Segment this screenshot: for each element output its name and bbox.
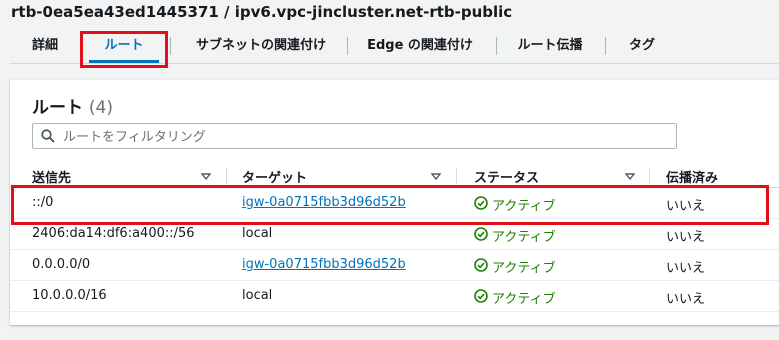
tab-details[interactable]: 詳細	[10, 28, 80, 63]
check-circle-icon	[474, 289, 488, 303]
column-divider[interactable]	[649, 168, 650, 184]
cell-target: local	[242, 226, 273, 241]
column-header-status[interactable]: ステータス	[474, 167, 539, 186]
routes-heading: ルート (4)	[32, 93, 113, 118]
column-header-destination[interactable]: 送信先	[32, 167, 71, 186]
cell-target: local	[242, 288, 273, 303]
cell-status: アクティブ	[492, 292, 556, 307]
column-header-propagated[interactable]: 伝播済み	[666, 167, 718, 186]
tab-route-propagation[interactable]: ルート伝播	[505, 28, 595, 63]
check-circle-icon	[474, 258, 488, 272]
tab-divider	[170, 37, 171, 55]
caret-down-icon[interactable]	[625, 173, 635, 180]
table-row[interactable]: 0.0.0.0/0 igw-0a0715fbb3d96d52b アクティブ いい…	[10, 250, 779, 281]
caret-down-icon[interactable]	[431, 173, 441, 180]
highlight-box-row	[11, 185, 769, 225]
cell-destination: 2406:da14:df6:a400::/56	[32, 226, 195, 241]
search-icon	[41, 129, 55, 143]
cell-status: アクティブ	[492, 230, 556, 245]
table-row[interactable]: 10.0.0.0/16 local アクティブ いいえ	[10, 281, 779, 312]
tab-subnet-associations[interactable]: サブネットの関連付け	[176, 28, 346, 63]
cell-destination: 10.0.0.0/16	[32, 288, 107, 303]
cell-propagated: いいえ	[666, 261, 706, 276]
tab-divider	[605, 37, 606, 55]
cell-propagated: いいえ	[666, 230, 706, 245]
tab-edge-associations[interactable]: Edge の関連付け	[355, 28, 485, 63]
caret-down-icon[interactable]	[201, 173, 211, 180]
routes-count: (4)	[88, 98, 114, 118]
page-title: rtb-0ea5ea43ed1445371 / ipv6.vpc-jinclus…	[11, 3, 513, 21]
route-filter-input[interactable]	[61, 126, 665, 148]
highlight-box-tab	[80, 31, 168, 68]
tab-tags[interactable]: タグ	[612, 28, 672, 63]
tab-divider	[347, 37, 348, 55]
column-divider[interactable]	[226, 168, 227, 184]
cell-status: アクティブ	[492, 261, 556, 276]
column-divider[interactable]	[456, 168, 457, 184]
cell-destination: 0.0.0.0/0	[32, 257, 91, 272]
check-circle-icon	[474, 227, 488, 241]
route-filter-box	[32, 123, 677, 149]
cell-propagated: いいえ	[666, 292, 706, 307]
cell-target-link[interactable]: igw-0a0715fbb3d96d52b	[242, 257, 406, 272]
routes-title: ルート	[32, 98, 83, 118]
tab-divider	[496, 37, 497, 55]
column-header-target[interactable]: ターゲット	[242, 167, 307, 186]
